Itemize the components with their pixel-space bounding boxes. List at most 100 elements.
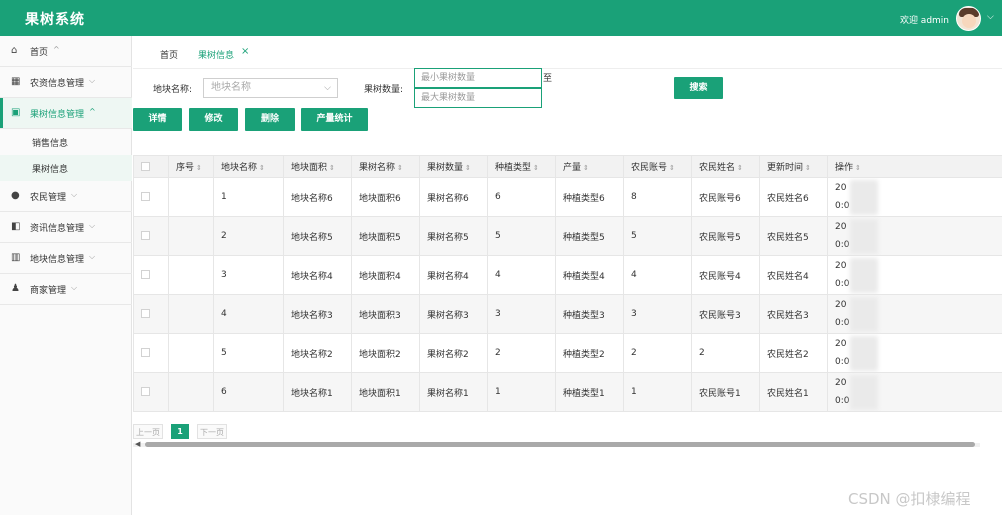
row-checkbox[interactable] [141,270,150,279]
column-header[interactable]: 操作 ⇕ [827,155,1002,178]
sidebar: ⌂ 首页 ^ ▦ 农资信息管理 ⌵ ▣ 果树信息管理 ^ 销售信息 果树信息 ●… [0,36,132,515]
row-select-cell[interactable] [133,372,169,412]
table-row[interactable]: 5地块名称2地块面积2果树名称22种植类型222农民姓名2200:0详情销售 [133,333,1002,373]
chevron-down-icon: ⌵ [89,76,96,85]
cell-account: 农民账号6 [691,177,760,217]
range-to-label: 至 [543,74,553,84]
edit-button[interactable]: 修改 [189,108,238,131]
cell-count: 1 [487,372,556,412]
min-count-input[interactable]: 最小果树数量 [414,68,542,88]
column-header[interactable]: 农民账号 ⇕ [623,155,692,178]
select-all-checkbox[interactable] [141,161,150,171]
page-1-button[interactable]: 1 [171,424,189,439]
detail-button[interactable]: 详情 [133,108,182,131]
user-icon: ● [11,190,20,201]
row-checkbox[interactable] [141,309,150,318]
close-icon[interactable]: × [241,46,249,57]
chevron-down-icon: ⌵ [71,190,78,199]
sort-icon[interactable]: ⇕ [397,164,403,172]
row-select-cell[interactable] [133,255,169,295]
sidebar-item-label: 果树信息管理 [30,110,85,120]
avatar[interactable] [956,6,981,31]
column-header[interactable]: 果树数量 ⇕ [419,155,488,178]
sort-icon[interactable]: ⇕ [533,164,539,172]
sidebar-item-merchants[interactable]: ♟ 商家管理 ⌵ [0,274,132,305]
cell-plot: 地块名称6 [283,177,352,217]
cell-update-time: 20 0:0 [827,255,1002,295]
column-header[interactable]: 序号 ⇕ [168,155,214,178]
cell-spacer [168,177,214,217]
row-checkbox[interactable] [141,231,150,240]
column-header[interactable]: 果树名称 ⇕ [351,155,420,178]
table-row[interactable]: 4地块名称3地块面积3果树名称33种植类型33农民账号3农民姓名3200:0详情… [133,294,1002,334]
row-select-cell[interactable] [133,294,169,334]
cell-area: 地块面积4 [351,255,420,295]
max-count-input[interactable]: 最大果树数量 [414,88,542,108]
sort-icon[interactable]: ⇕ [805,164,811,172]
sort-icon[interactable]: ⇕ [583,164,589,172]
sort-icon[interactable]: ⇕ [737,164,743,172]
scroll-thumb[interactable] [145,442,975,447]
sort-icon[interactable]: ⇕ [259,164,265,172]
delete-button[interactable]: 删除 [245,108,295,131]
sidebar-item-news[interactable]: ◧ 资讯信息管理 ⌵ [0,212,132,243]
next-page-button[interactable]: 下一页 [197,424,227,439]
watermark: CSDN @扣棣编程 [848,490,971,508]
column-header[interactable]: 农民姓名 ⇕ [691,155,760,178]
plot-name-select[interactable]: 地块名称 ⌵ [203,78,338,98]
column-header[interactable]: 地块面积 ⇕ [283,155,352,178]
row-checkbox[interactable] [141,348,150,357]
cell-count: 2 [487,333,556,373]
horizontal-scrollbar[interactable]: ◀ [133,440,980,449]
sidebar-subitem-sales[interactable]: 销售信息 [0,129,132,155]
cell-no: 3 [213,255,284,295]
sort-icon[interactable]: ⇕ [855,164,861,172]
chevron-up-icon: ^ [89,107,96,116]
tab-home[interactable]: 首页 [160,48,178,61]
cell-area: 地块面积6 [351,177,420,217]
cell-area: 地块面积1 [351,372,420,412]
sort-icon[interactable]: ⇕ [669,164,675,172]
redacted-area [850,297,878,332]
row-checkbox[interactable] [141,387,150,396]
yield-stats-button[interactable]: 产量统计 [301,108,368,131]
sidebar-item-plots[interactable]: ▥ 地块信息管理 ⌵ [0,243,132,274]
sidebar-item-farmers[interactable]: ● 农民管理 ⌵ [0,181,132,212]
cell-tree: 果树名称6 [419,177,488,217]
book-icon: ◧ [11,221,21,232]
tab-fruit-info[interactable]: 果树信息 [198,48,234,61]
row-select-cell[interactable] [133,333,169,373]
sidebar-subitem-fruit-info[interactable]: 果树信息 [0,155,132,181]
column-header[interactable]: 地块名称 ⇕ [213,155,284,178]
sidebar-item-fruit-tree[interactable]: ▣ 果树信息管理 ^ [0,98,132,129]
row-select-cell[interactable] [133,177,169,217]
table-row[interactable]: 1地块名称6地块面积6果树名称66种植类型68农民账号6农民姓名6200:0详情… [133,177,1002,217]
column-header[interactable]: 更新时间 ⇕ [759,155,828,178]
cell-plot: 地块名称1 [283,372,352,412]
table-row[interactable]: 2地块名称5地块面积5果树名称55种植类型55农民账号5农民姓名5200:0详情… [133,216,1002,256]
search-button[interactable]: 搜索 [674,77,723,99]
cell-yield: 3 [623,294,692,334]
table-row[interactable]: 6地块名称1地块面积1果树名称11种植类型11农民账号1农民姓名1200:0详情… [133,372,1002,412]
person-icon: ♟ [11,283,20,294]
sort-icon[interactable]: ⇕ [465,164,471,172]
cell-account: 农民账号5 [691,216,760,256]
cell-type: 种植类型3 [555,294,624,334]
row-select-cell[interactable] [133,216,169,256]
chevron-down-icon[interactable]: ⌵ [987,12,994,22]
tree-count-label: 果树数量: [364,85,404,95]
table-row[interactable]: 3地块名称4地块面积4果树名称44种植类型44农民账号4农民姓名4200:0详情… [133,255,1002,295]
sort-icon[interactable]: ⇕ [196,164,202,172]
cell-spacer [168,372,214,412]
row-checkbox[interactable] [141,192,150,201]
cell-tree: 果树名称5 [419,216,488,256]
sidebar-item-home[interactable]: ⌂ 首页 ^ [0,36,132,67]
sort-icon[interactable]: ⇕ [329,164,335,172]
sidebar-item-farm-supplies[interactable]: ▦ 农资信息管理 ⌵ [0,67,132,98]
column-header[interactable]: 产量 ⇕ [555,155,624,178]
prev-page-button[interactable]: 上一页 [133,424,163,439]
cell-update-time: 20 0:0 [827,294,1002,334]
column-header[interactable]: 种植类型 ⇕ [487,155,556,178]
scroll-left-icon[interactable]: ◀ [135,440,140,448]
select-all-cell[interactable] [133,155,169,178]
